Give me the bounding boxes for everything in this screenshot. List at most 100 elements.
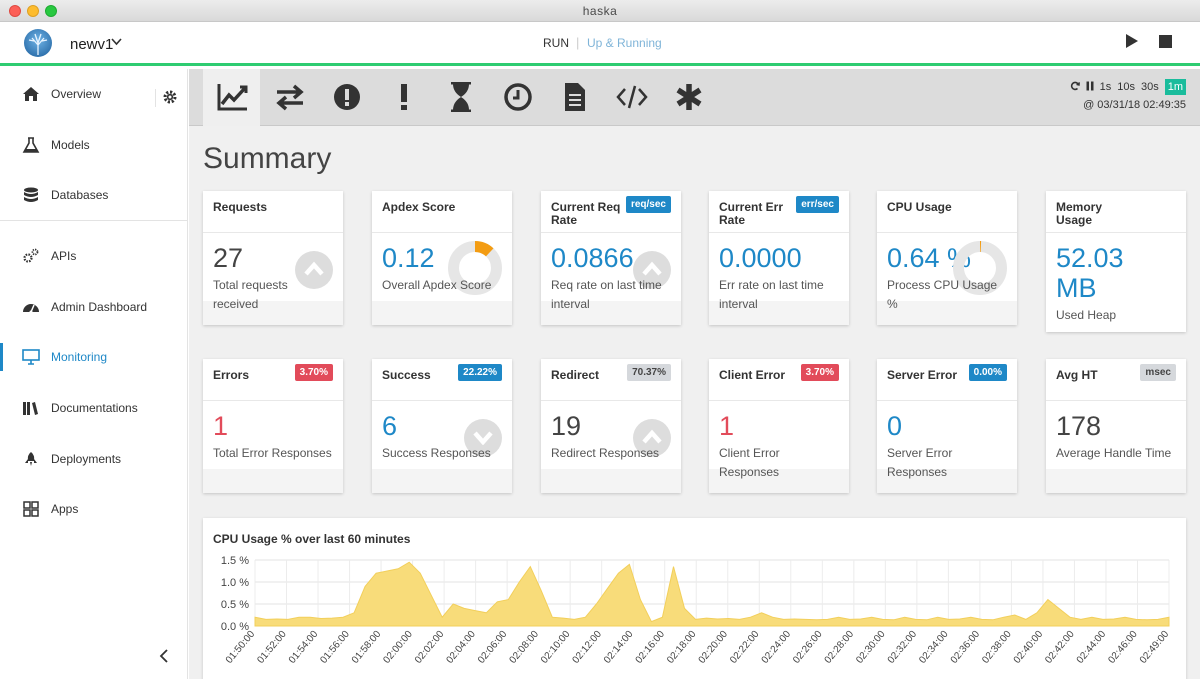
sidebar-item-admin-dashboard[interactable]: Admin Dashboard xyxy=(0,287,188,327)
play-button[interactable] xyxy=(1126,34,1138,48)
refresh-option-1m[interactable]: 1m xyxy=(1164,79,1186,95)
card-title: Avg HT xyxy=(1056,368,1098,382)
tab-logs[interactable] xyxy=(545,69,602,126)
sidebar-item-models[interactable]: Models xyxy=(0,125,188,165)
project-selector[interactable]: newv1 xyxy=(70,36,113,53)
sidebar-item-monitoring[interactable]: Monitoring xyxy=(0,337,188,377)
card-value: 1 xyxy=(719,411,735,441)
y-tick-label: 0.5 % xyxy=(221,599,249,611)
tab-waiting[interactable] xyxy=(431,69,488,126)
card-description: Overall Apdex Score xyxy=(382,278,492,292)
card-footer xyxy=(203,469,343,493)
card-footer xyxy=(541,469,681,493)
card-description: Success Responses xyxy=(382,446,491,460)
card-description: Used Heap xyxy=(1056,308,1117,322)
x-tick-label: 02:00:00 xyxy=(381,629,415,666)
clock-icon xyxy=(504,83,532,111)
cpu-usage-chart-card: CPU Usage % over last 60 minutes 1.5 % 1.… xyxy=(203,518,1186,679)
card-cpu-usage: CPU Usage 0.64 % Process CPU Usage % xyxy=(877,191,1017,325)
card-title: Server Error xyxy=(887,368,958,382)
card-value: 0 xyxy=(887,411,903,441)
percent-badge: 22.22% xyxy=(458,364,502,381)
unit-badge: err/sec xyxy=(796,196,839,213)
sidebar-item-apps[interactable]: Apps xyxy=(0,489,188,529)
refresh-option-30s[interactable]: 30s xyxy=(1141,81,1159,93)
collapse-sidebar-icon[interactable] xyxy=(159,649,169,668)
app-header: newv1 RUN | Up & Running xyxy=(0,22,1200,66)
y-tick-label: 1.5 % xyxy=(221,555,249,567)
sidebar-item-apis[interactable]: APIs xyxy=(0,236,188,276)
percent-badge: 3.70% xyxy=(800,364,839,381)
sidebar-item-label: Databases xyxy=(51,188,109,202)
refresh-controls: 1s 10s 30s 1m @ 03/31/18 02:49:35 xyxy=(1070,79,1186,111)
exclamation-circle-icon xyxy=(334,84,360,110)
code-icon xyxy=(616,85,648,109)
sidebar-item-deployments[interactable]: Deployments xyxy=(0,439,188,479)
card-apdex-score: Apdex Score 0.12 Overall Apdex Score xyxy=(372,191,512,325)
x-tick-label: 02:44:00 xyxy=(1075,629,1109,666)
x-tick-label: 02:20:00 xyxy=(697,629,731,666)
stop-button[interactable] xyxy=(1159,35,1172,48)
pause-icon[interactable] xyxy=(1086,81,1094,94)
sidebar-item-label: Documentations xyxy=(51,401,138,415)
x-tick-label: 02:30:00 xyxy=(854,629,888,666)
x-tick-label: 02:16:00 xyxy=(634,629,668,666)
books-icon xyxy=(22,400,40,416)
card-title: Client Error xyxy=(719,368,786,382)
line-chart-icon xyxy=(217,84,248,111)
card-title: Memory Usage xyxy=(1056,200,1103,227)
card-title: Success xyxy=(382,368,431,382)
x-tick-label: 02:04:00 xyxy=(444,629,478,666)
card-avg-ht: Avg HT msec 178 Average Handle Time xyxy=(1046,359,1186,493)
refresh-icon[interactable] xyxy=(1070,81,1080,94)
monitoring-toolbar: 1s 10s 30s 1m @ 03/31/18 02:49:35 xyxy=(189,69,1200,126)
card-description: Err rate on last time interval xyxy=(719,278,824,311)
x-tick-label: 01:56:00 xyxy=(318,629,352,666)
x-tick-label: 02:18:00 xyxy=(665,629,699,666)
tab-history[interactable] xyxy=(488,69,545,126)
card-description: Total requests received xyxy=(213,278,288,311)
sidebar-item-databases[interactable]: Databases xyxy=(0,175,188,215)
card-title: Apdex Score xyxy=(382,200,456,214)
card-memory-usage: Memory Usage 52.03 MB Used Heap xyxy=(1046,191,1186,332)
card-footer xyxy=(372,301,512,325)
tab-summary[interactable] xyxy=(203,69,260,126)
sidebar-item-overview[interactable]: Overview xyxy=(0,74,188,114)
tab-code[interactable] xyxy=(602,69,659,126)
gear-icon[interactable] xyxy=(155,89,177,107)
x-tick-label: 01:52:00 xyxy=(255,629,289,666)
window-titlebar: haska xyxy=(0,0,1200,22)
tab-errors[interactable] xyxy=(317,69,374,126)
card-title: Current Err Rate xyxy=(719,200,784,227)
refresh-option-1s[interactable]: 1s xyxy=(1100,81,1112,93)
card-title: Requests xyxy=(213,200,268,214)
hourglass-icon xyxy=(451,82,471,112)
card-requests: Requests 27 Total requests received xyxy=(203,191,343,325)
exchange-icon xyxy=(276,84,304,111)
cpu-usage-area xyxy=(254,561,1170,627)
tab-settings[interactable] xyxy=(659,69,716,126)
last-updated-timestamp: @ 03/31/18 02:49:35 xyxy=(1083,99,1186,111)
chevron-down-icon[interactable] xyxy=(111,37,122,49)
sidebar-item-label: Apps xyxy=(51,502,79,516)
card-description: Req rate on last time interval xyxy=(551,278,662,311)
x-tick-label: 02:28:00 xyxy=(823,629,857,666)
card-description: Average Handle Time xyxy=(1056,446,1172,460)
home-icon xyxy=(22,86,40,102)
chart-title: CPU Usage % over last 60 minutes xyxy=(213,532,411,546)
tab-exchange[interactable] xyxy=(260,69,317,126)
status-divider: | xyxy=(576,35,580,50)
card-value: 178 xyxy=(1056,411,1102,441)
card-client-error: Client Error 3.70% 1 Client Error Respons… xyxy=(709,359,849,493)
x-tick-label: 02:36:00 xyxy=(949,629,983,666)
sidebar-item-documentations[interactable]: Documentations xyxy=(0,388,188,428)
x-tick-label: 02:40:00 xyxy=(1012,629,1046,666)
card-description: Client Error Responses xyxy=(719,446,780,479)
sidebar-item-label: Admin Dashboard xyxy=(51,300,148,314)
x-tick-label: 02:08:00 xyxy=(507,629,541,666)
app-logo xyxy=(24,29,52,57)
database-icon xyxy=(22,187,40,203)
card-title: Redirect xyxy=(551,368,600,382)
tab-alerts[interactable] xyxy=(374,69,431,126)
refresh-option-10s[interactable]: 10s xyxy=(1117,81,1135,93)
